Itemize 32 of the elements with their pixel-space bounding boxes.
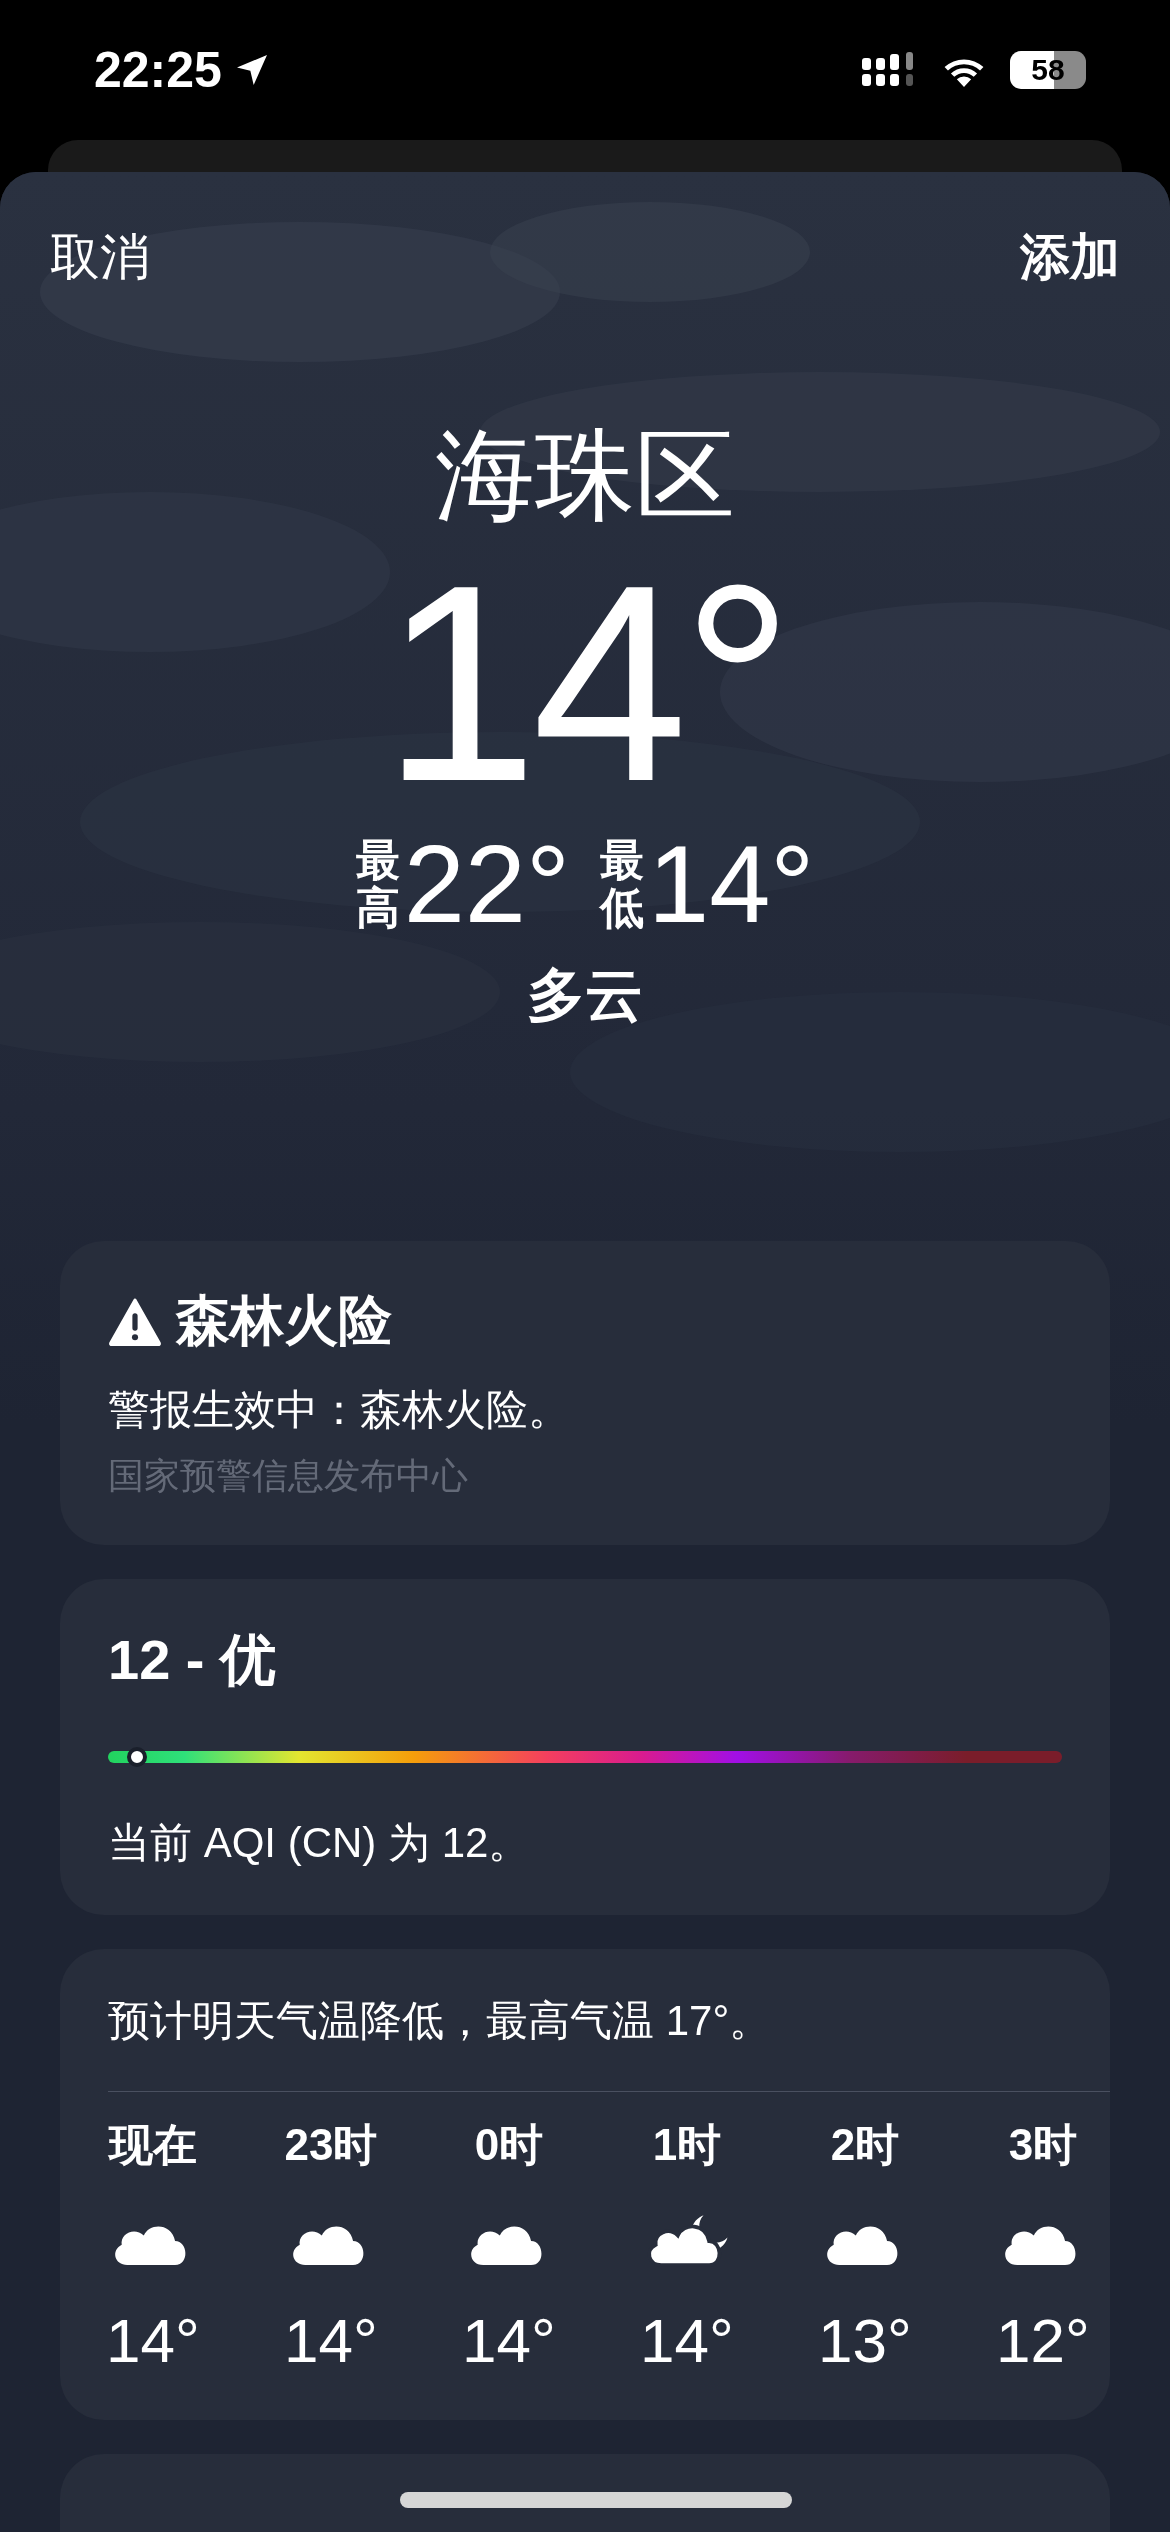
hour-label: 2时 — [830, 2119, 900, 2171]
hour-label: 3时 — [1008, 2119, 1078, 2171]
cancel-button[interactable]: 取消 — [50, 224, 150, 291]
hour-temperature: 14° — [284, 2305, 378, 2376]
location-name: 海珠区 — [435, 418, 735, 533]
alert-card[interactable]: 森林火险 警报生效中：森林火险。 国家预警信息发布中心 — [60, 1241, 1110, 1545]
low-temperature: 14° — [648, 829, 815, 939]
hour-temperature: 14° — [106, 2305, 200, 2376]
alert-source: 国家预警信息发布中心 — [108, 1454, 469, 1498]
hour-temperature: 12° — [996, 2305, 1090, 2376]
add-button[interactable]: 添加 — [1020, 224, 1120, 291]
hour-label: 0时 — [474, 2119, 544, 2171]
condition: 多云 — [527, 961, 643, 1029]
aqi-description: 当前 AQI (CN) 为 12。 — [108, 1818, 532, 1868]
high-temperature: 22° — [403, 829, 570, 939]
hour-label: 1时 — [652, 2119, 722, 2171]
air-quality-card[interactable]: 12 - 优 当前 AQI (CN) 为 12。 — [60, 1579, 1110, 1915]
hour-temperature: 14° — [640, 2305, 734, 2376]
alert-message: 警报生效中：森林火险。 — [108, 1385, 571, 1435]
low-label: 最低 — [600, 835, 644, 933]
current-temperature: 14° — [382, 543, 788, 823]
hour-label: 现在 — [109, 2119, 197, 2171]
hour-label: 23时 — [284, 2119, 378, 2171]
hour-temperature: 13° — [818, 2305, 912, 2376]
high-label: 最高 — [355, 835, 400, 933]
alert-title: 森林火险 — [176, 1289, 392, 1352]
status-time: 22:25 — [94, 41, 222, 99]
battery-level: 58 — [1010, 51, 1086, 89]
hour-temperature: 14° — [462, 2305, 556, 2376]
warning-icon — [108, 1297, 162, 1346]
forecast-summary: 预计明天气温降低，最高气温 17°。 — [108, 1993, 1110, 2092]
aqi-value: 12 - 优 — [108, 1627, 278, 1693]
